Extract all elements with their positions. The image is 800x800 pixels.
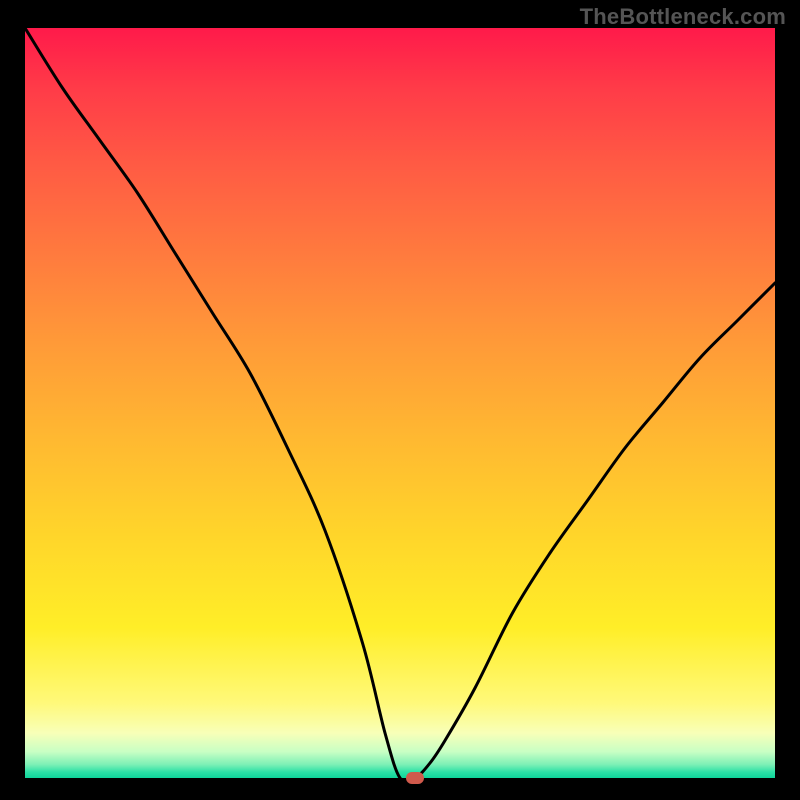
bottleneck-curve (25, 28, 775, 778)
watermark-text: TheBottleneck.com (580, 4, 786, 30)
chart-frame: TheBottleneck.com (0, 0, 800, 800)
plot-area (25, 28, 775, 778)
optimum-marker (406, 772, 424, 784)
